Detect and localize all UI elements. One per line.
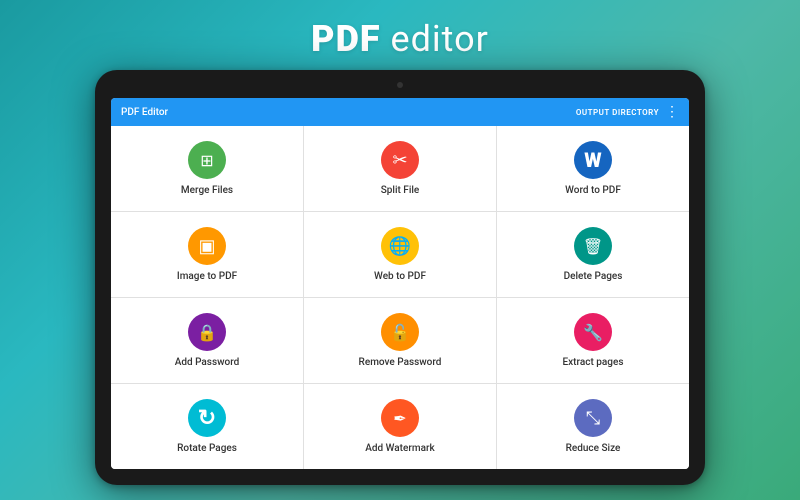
tablet-body: PDF Editor OUTPUT DIRECTORY ⋮ ⊞ Merge Fil…: [95, 70, 705, 485]
screen: PDF Editor OUTPUT DIRECTORY ⋮ ⊞ Merge Fil…: [111, 98, 689, 469]
grid-item-remove-password[interactable]: 🔓 Remove Password: [304, 298, 496, 383]
more-options-button[interactable]: ⋮: [665, 105, 679, 119]
grid-item-rotate-pages[interactable]: ↻ Rotate Pages: [111, 384, 303, 469]
app-title: PDF editor: [311, 18, 489, 60]
image-to-pdf-icon: ▣: [188, 227, 226, 265]
word-to-pdf-icon: W: [574, 141, 612, 179]
add-watermark-label: Add Watermark: [365, 443, 435, 454]
grid-item-delete-pages[interactable]: 🗑 Delete Pages: [497, 212, 689, 297]
grid-item-merge-files[interactable]: ⊞ Merge Files: [111, 126, 303, 211]
grid-item-extract-pages[interactable]: 🔧 Extract pages: [497, 298, 689, 383]
grid-item-word-to-pdf[interactable]: W Word to PDF: [497, 126, 689, 211]
split-file-label: Split File: [381, 185, 420, 196]
word-to-pdf-label: Word to PDF: [565, 185, 621, 196]
split-file-icon: ✂: [381, 141, 419, 179]
app-title-bold: PDF: [311, 18, 380, 60]
image-to-pdf-label: Image to PDF: [177, 271, 237, 282]
topbar-title: PDF Editor: [121, 107, 168, 118]
app-title-normal: editor: [381, 18, 489, 60]
topbar: PDF Editor OUTPUT DIRECTORY ⋮: [111, 98, 689, 126]
topbar-right: OUTPUT DIRECTORY ⋮: [576, 105, 679, 119]
rotate-pages-label: Rotate Pages: [177, 443, 237, 454]
grid-item-add-watermark[interactable]: ✒ Add Watermark: [304, 384, 496, 469]
extract-pages-icon: 🔧: [574, 313, 612, 351]
feature-grid: ⊞ Merge Files ✂ Split File W Word to PDF ▣ Imag…: [111, 126, 689, 469]
web-to-pdf-label: Web to PDF: [374, 271, 426, 282]
rotate-pages-icon: ↻: [188, 399, 226, 437]
reduce-size-label: Reduce Size: [566, 443, 621, 454]
delete-pages-icon: 🗑: [574, 227, 612, 265]
grid-item-add-password[interactable]: 🔒 Add Password: [111, 298, 303, 383]
output-directory-button[interactable]: OUTPUT DIRECTORY: [576, 108, 659, 117]
grid-item-image-to-pdf[interactable]: ▣ Image to PDF: [111, 212, 303, 297]
merge-files-label: Merge Files: [181, 185, 233, 196]
merge-files-icon: ⊞: [188, 141, 226, 179]
tablet-wrapper: PDF Editor OUTPUT DIRECTORY ⋮ ⊞ Merge Fil…: [95, 70, 705, 485]
reduce-size-icon: ⤡: [574, 399, 612, 437]
grid-item-reduce-size[interactable]: ⤡ Reduce Size: [497, 384, 689, 469]
web-to-pdf-icon: 🌐: [381, 227, 419, 265]
remove-password-label: Remove Password: [359, 357, 442, 368]
extract-pages-label: Extract pages: [563, 357, 624, 368]
grid-item-split-file[interactable]: ✂ Split File: [304, 126, 496, 211]
add-password-label: Add Password: [175, 357, 240, 368]
delete-pages-label: Delete Pages: [564, 271, 623, 282]
add-password-icon: 🔒: [188, 313, 226, 351]
grid-item-web-to-pdf[interactable]: 🌐 Web to PDF: [304, 212, 496, 297]
remove-password-icon: 🔓: [381, 313, 419, 351]
add-watermark-icon: ✒: [381, 399, 419, 437]
